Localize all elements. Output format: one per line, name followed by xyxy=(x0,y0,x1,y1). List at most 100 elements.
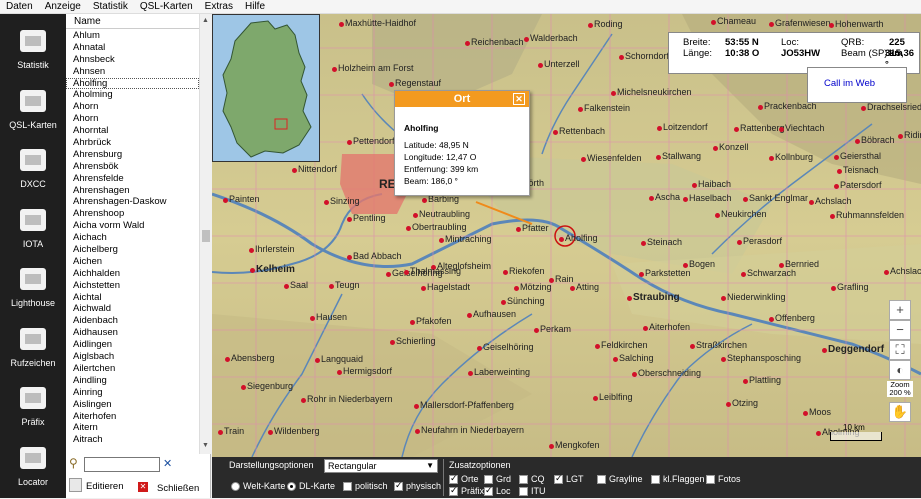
place-marker[interactable] xyxy=(715,213,720,218)
place-marker[interactable] xyxy=(737,240,742,245)
close-button[interactable]: Schließen xyxy=(157,483,199,494)
edit-button[interactable]: Editieren xyxy=(86,481,124,492)
place-marker[interactable] xyxy=(721,296,726,301)
place-marker[interactable] xyxy=(538,63,543,68)
place-marker[interactable] xyxy=(514,286,519,291)
place-marker[interactable] xyxy=(534,328,539,333)
list-item[interactable]: Ahorntal xyxy=(66,125,199,137)
place-marker[interactable] xyxy=(414,404,419,409)
globe-button[interactable]: ◐ xyxy=(889,360,911,380)
list-item[interactable]: Aicha vorm Wald xyxy=(66,220,199,232)
menu-item-extras[interactable]: Extras xyxy=(199,0,239,13)
checkbox-kl-flaggen[interactable] xyxy=(651,475,660,484)
list-item[interactable]: Aichen xyxy=(66,256,199,268)
checkbox-itu[interactable] xyxy=(519,487,528,496)
place-marker[interactable] xyxy=(570,286,575,291)
place-marker[interactable] xyxy=(809,200,814,205)
place-marker[interactable] xyxy=(627,296,632,301)
place-marker[interactable] xyxy=(337,370,342,375)
place-marker[interactable] xyxy=(223,198,228,203)
radio-world-map[interactable] xyxy=(231,482,240,491)
list-item[interactable]: Ahorn xyxy=(66,101,199,113)
place-marker[interactable] xyxy=(721,357,726,362)
popup-close-icon[interactable]: ✕ xyxy=(513,93,525,105)
list-item[interactable]: Ailertchen xyxy=(66,363,199,375)
place-marker[interactable] xyxy=(656,155,661,160)
list-item[interactable]: Ahrensbök xyxy=(66,161,199,173)
inset-map[interactable] xyxy=(212,14,320,162)
list-item[interactable]: Ahnatal xyxy=(66,42,199,54)
place-marker[interactable] xyxy=(324,200,329,205)
place-marker[interactable] xyxy=(769,317,774,322)
place-marker[interactable] xyxy=(683,197,688,202)
place-marker[interactable] xyxy=(347,140,352,145)
radio-dl-map[interactable] xyxy=(287,482,296,491)
place-marker[interactable] xyxy=(415,429,420,434)
place-marker[interactable] xyxy=(249,248,254,253)
checkbox-loc[interactable] xyxy=(484,485,493,496)
checkbox-grd[interactable] xyxy=(484,475,493,484)
place-marker[interactable] xyxy=(578,107,583,112)
place-marker[interactable] xyxy=(241,385,246,390)
place-marker[interactable] xyxy=(741,272,746,277)
place-marker[interactable] xyxy=(884,270,889,275)
list-item[interactable]: Aislingen xyxy=(66,399,199,411)
place-marker[interactable] xyxy=(829,23,834,28)
place-marker[interactable] xyxy=(611,91,616,96)
checkbox-fotos[interactable] xyxy=(706,475,715,484)
place-marker[interactable] xyxy=(332,67,337,72)
place-marker[interactable] xyxy=(516,227,521,232)
checkbox-pr-fix[interactable] xyxy=(449,485,458,496)
place-marker[interactable] xyxy=(834,155,839,160)
list-item[interactable]: Ahnsbeck xyxy=(66,54,199,66)
list-item[interactable]: Aitrach xyxy=(66,434,199,446)
nav-dxcc[interactable]: DXCC xyxy=(0,141,66,201)
list-item[interactable]: Aichstetten xyxy=(66,280,199,292)
place-marker[interactable] xyxy=(501,300,506,305)
place-marker[interactable] xyxy=(632,372,637,377)
nav-qsl-karten[interactable]: QSL-Karten xyxy=(0,82,66,142)
place-marker[interactable] xyxy=(310,316,315,321)
checkbox-politisch[interactable] xyxy=(343,482,352,491)
checkbox-grayline[interactable] xyxy=(597,475,606,484)
nav-locator[interactable]: Locator xyxy=(0,439,66,499)
call-im-web-link[interactable]: Call im Web xyxy=(807,67,907,103)
place-marker[interactable] xyxy=(711,20,716,25)
menu-item-daten[interactable]: Daten xyxy=(0,0,39,13)
map-view[interactable]: Maxhütte-Haidhof Reichenbach Walderbach Rod… xyxy=(212,14,921,457)
scroll-up-icon[interactable]: ▲ xyxy=(202,17,209,24)
place-marker[interactable] xyxy=(713,146,718,151)
place-marker[interactable] xyxy=(422,198,427,203)
place-marker[interactable] xyxy=(503,270,508,275)
place-marker[interactable] xyxy=(329,284,334,289)
list-item[interactable]: Aiglsbach xyxy=(66,351,199,363)
place-marker[interactable] xyxy=(861,106,866,111)
place-marker[interactable] xyxy=(830,214,835,219)
place-marker[interactable] xyxy=(549,444,554,449)
zoom-out-button[interactable]: − xyxy=(889,320,911,340)
clear-search-icon[interactable]: ✕ xyxy=(163,457,172,470)
zoom-in-button[interactable]: + xyxy=(889,300,911,320)
place-marker[interactable] xyxy=(593,396,598,401)
place-marker[interactable] xyxy=(690,344,695,349)
list-item[interactable]: Ahlum xyxy=(66,30,199,42)
place-marker[interactable] xyxy=(225,357,230,362)
place-marker[interactable] xyxy=(268,430,273,435)
list-item[interactable]: Aholfing xyxy=(66,77,199,90)
place-marker[interactable] xyxy=(613,357,618,362)
place-marker[interactable] xyxy=(837,169,842,174)
checkbox-lgt[interactable] xyxy=(554,473,563,484)
place-marker[interactable] xyxy=(347,217,352,222)
list-item[interactable]: Aichtal xyxy=(66,292,199,304)
list-item[interactable]: Ahnsen xyxy=(66,66,199,78)
place-marker[interactable] xyxy=(250,268,255,273)
place-marker[interactable] xyxy=(413,213,418,218)
search-input[interactable] xyxy=(84,457,160,472)
place-marker[interactable] xyxy=(692,183,697,188)
menu-item-anzeige[interactable]: Anzeige xyxy=(39,0,87,13)
place-marker[interactable] xyxy=(769,156,774,161)
checkbox-physisch[interactable] xyxy=(394,480,403,491)
list-item[interactable]: Aichhalden xyxy=(66,268,199,280)
list-item[interactable]: Aichach xyxy=(66,232,199,244)
place-marker[interactable] xyxy=(855,139,860,144)
